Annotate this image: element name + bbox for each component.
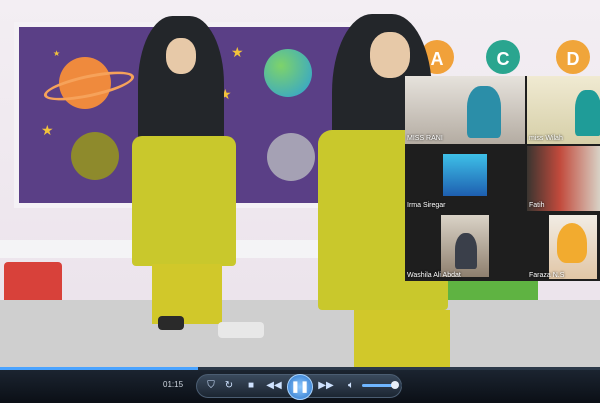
star-icon: ★ — [53, 49, 61, 58]
red-block — [4, 262, 62, 304]
shield-icon[interactable]: ⛉ — [204, 379, 218, 393]
video-frame[interactable]: ★ ★ ★ ★ ★ ★ A C D MISS RANI — [0, 0, 600, 370]
letter-balloon: D — [556, 40, 590, 74]
participant-name: Fatih — [529, 202, 545, 209]
participant-name: miss Wilah — [529, 135, 563, 142]
elapsed-time: 01:15 — [163, 380, 184, 389]
rewind-icon[interactable]: ◀◀ — [264, 379, 284, 393]
participant-name: Irma Siregar — [407, 202, 446, 209]
moon-planet — [267, 133, 315, 181]
pause-button[interactable]: ❚❚ — [287, 374, 313, 400]
stop-icon[interactable]: ■ — [244, 379, 258, 393]
participant-tile[interactable]: Irma Siregar — [405, 146, 525, 211]
person-silhouette — [455, 233, 477, 269]
person-silhouette — [575, 90, 600, 136]
volume-level — [362, 384, 395, 387]
volume-icon[interactable]: 🔈︎ — [344, 379, 358, 393]
trousers — [152, 264, 222, 324]
olive-planet — [71, 132, 119, 180]
face — [370, 32, 410, 78]
letter-balloon: C — [486, 40, 520, 74]
face — [166, 38, 196, 74]
avatar-image — [443, 154, 487, 196]
participant-tile[interactable]: Washila Ali Abdat — [405, 213, 525, 281]
participant-tile[interactable]: miss Wilah — [527, 76, 600, 144]
trousers — [354, 310, 450, 370]
participant-name: MISS RANI — [407, 135, 443, 142]
star-icon: ★ — [41, 122, 54, 138]
participant-name: Washila Ali Abdat — [407, 272, 461, 279]
pause-icon: ❚❚ — [290, 381, 310, 393]
participant-name: Faraza N.S — [529, 272, 565, 279]
earth-planet — [264, 49, 312, 97]
repeat-icon[interactable]: ↻ — [222, 379, 236, 393]
participant-tile[interactable]: Fatih — [527, 146, 600, 211]
video-call-grid[interactable]: MISS RANI miss Wilah Irma Siregar Fatih … — [405, 76, 600, 281]
participant-tile[interactable]: Faraza N.S — [527, 213, 600, 281]
floor — [0, 300, 600, 370]
participant-tile[interactable]: MISS RANI — [405, 76, 525, 144]
shoe — [218, 322, 264, 338]
teacher-left — [120, 16, 270, 346]
volume-slider[interactable] — [362, 381, 402, 389]
coat — [132, 136, 236, 266]
fast-forward-icon[interactable]: ▶▶ — [316, 379, 336, 393]
person-silhouette — [467, 86, 501, 138]
shoe — [158, 316, 184, 330]
volume-handle[interactable] — [390, 381, 399, 389]
person-silhouette — [557, 223, 587, 263]
